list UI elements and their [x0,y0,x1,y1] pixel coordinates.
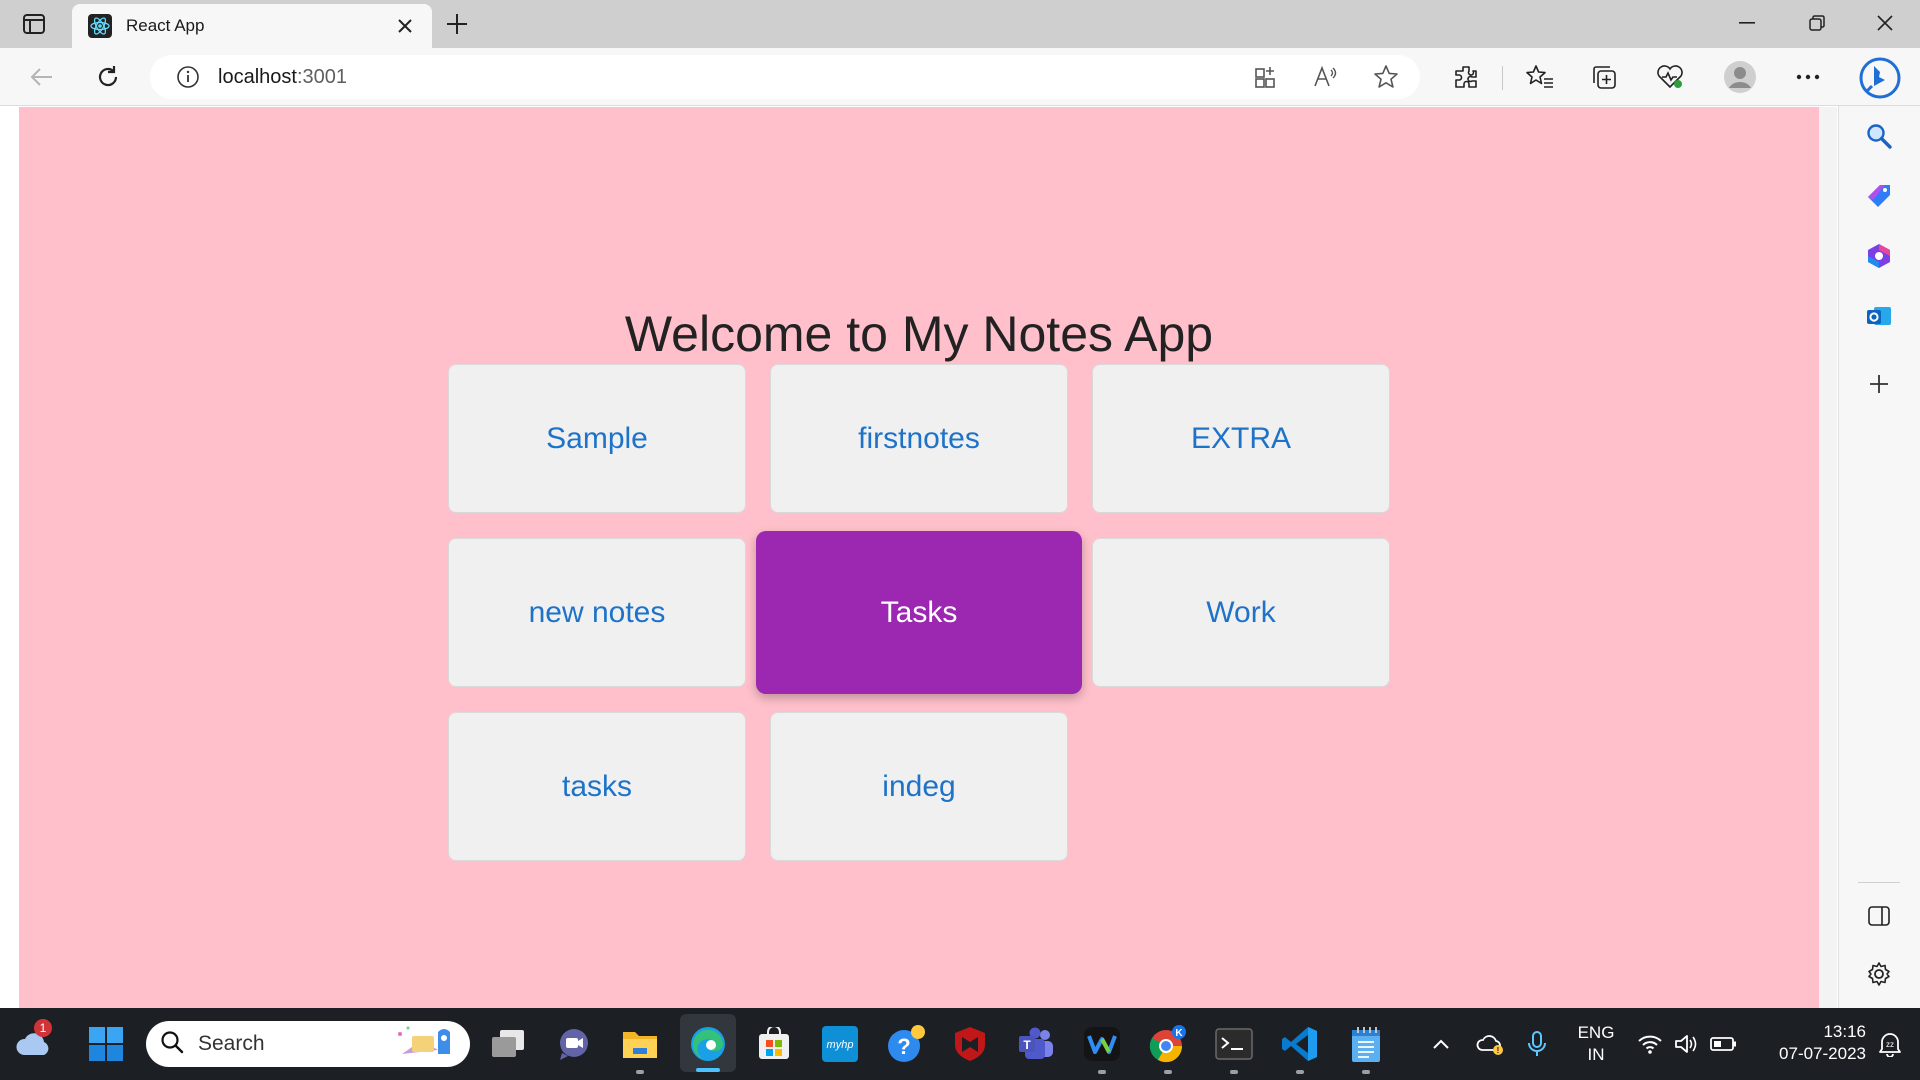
note-card-work[interactable]: Work [1092,538,1390,687]
favorite-star-icon[interactable] [1366,57,1406,97]
volume-icon[interactable] [1666,1020,1706,1068]
language-indicator[interactable]: ENG IN [1566,1022,1626,1066]
note-card-sample[interactable]: Sample [448,364,746,513]
info-icon[interactable] [174,63,202,91]
taskbar-search-box[interactable]: Search [146,1021,470,1067]
task-view-icon[interactable] [484,1020,532,1068]
browser-tab[interactable]: React App [72,4,432,48]
outlook-icon[interactable] [1857,294,1901,338]
wifi-icon[interactable] [1630,1020,1670,1068]
terminal-running-indicator [1230,1070,1238,1074]
edge-active-indicator [696,1068,720,1072]
svg-text:!: ! [1497,1046,1500,1055]
store-icon[interactable] [750,1020,798,1068]
plus-icon[interactable] [442,10,472,38]
address-bar[interactable]: localhost:3001 [150,55,1420,99]
chat-icon[interactable] [550,1020,598,1068]
note-card-new-notes[interactable]: new notes [448,538,746,687]
collections-icon[interactable] [1584,57,1624,97]
start-icon[interactable] [82,1020,130,1068]
close-window-icon[interactable] [1850,0,1920,46]
profile-icon[interactable] [1720,57,1760,97]
svg-text:K: K [1175,1028,1183,1039]
vscode-icon[interactable] [1276,1020,1324,1068]
webex-running-indicator [1098,1070,1106,1074]
notepad-icon[interactable] [1342,1020,1390,1068]
sidebar-divider [1858,882,1900,883]
back-icon[interactable] [22,57,62,97]
svg-text:?: ? [897,1034,910,1059]
mcafee-icon[interactable] [946,1020,994,1068]
language-line1: ENG [1577,1023,1615,1042]
notification-icon[interactable]: zz [1868,1020,1912,1068]
bing-icon[interactable] [1856,54,1904,102]
webex-icon[interactable] [1078,1020,1126,1068]
toolbar-divider [1502,66,1503,90]
shopping-tag-icon[interactable] [1857,174,1901,218]
svg-text:myhp: myhp [827,1039,854,1051]
edge-icon[interactable] [684,1020,732,1068]
chrome-running-indicator [1164,1070,1172,1074]
react-favicon [88,14,112,38]
microphone-icon[interactable] [1514,1020,1560,1068]
svg-text:zz: zz [1886,1040,1894,1049]
tab-actions-icon[interactable] [14,10,54,38]
note-card-extra[interactable]: EXTRA [1092,364,1390,513]
url-port: :3001 [296,65,347,88]
app-available-icon[interactable] [1246,57,1286,97]
tab-title: React App [126,16,205,35]
note-card-indeg[interactable]: indeg [770,712,1068,861]
search-icon [160,1030,184,1059]
help-icon[interactable]: ? [882,1020,930,1068]
page-title: Welcome to My Notes App [624,306,1214,362]
scrollbar-track[interactable] [1819,107,1837,1008]
clock[interactable]: 13:16 07-07-2023 [1754,1021,1866,1065]
myhp-icon[interactable]: myhp [816,1020,864,1068]
teams-icon[interactable]: T [1012,1020,1060,1068]
chrome-icon[interactable]: K [1144,1020,1192,1068]
settings-icon[interactable] [1857,952,1901,996]
url-host: localhost [218,65,297,88]
file-explorer-icon[interactable] [616,1020,664,1068]
url-text[interactable]: localhost:3001 [218,66,347,89]
weather-badge: 1 [34,1019,52,1037]
favorites-icon[interactable] [1520,57,1560,97]
extensions-icon[interactable] [1446,57,1486,97]
search-label: Search [198,1032,265,1055]
language-line2: IN [1587,1045,1605,1064]
clock-date: 07-07-2023 [1779,1044,1866,1063]
onedrive-warning-icon[interactable]: ! [1468,1020,1514,1068]
add-icon[interactable] [1857,362,1901,406]
clock-time: 13:16 [1823,1022,1866,1041]
battery-icon[interactable] [1704,1020,1744,1068]
note-card-tasks[interactable]: tasks [448,712,746,861]
search-highlight-icon [392,1024,460,1065]
terminal-icon[interactable] [1210,1020,1258,1068]
more-icon[interactable] [1788,57,1828,97]
note-card-tasks-active[interactable]: Tasks [756,531,1082,694]
page-content: Welcome to My Notes App Sample firstnote… [19,107,1819,1008]
close-icon[interactable] [394,15,416,37]
minimize-icon[interactable] [1712,0,1782,46]
refresh-icon[interactable] [88,57,128,97]
chevron-up-icon[interactable] [1418,1020,1464,1068]
file-explorer-running-indicator [636,1070,644,1074]
svg-text:T: T [1023,1038,1031,1052]
browser-essentials-icon[interactable] [1650,57,1690,97]
notepad-running-indicator [1362,1070,1370,1074]
read-aloud-icon[interactable] [1306,57,1346,97]
restore-icon[interactable] [1782,0,1852,46]
office-icon[interactable] [1857,234,1901,278]
search-icon[interactable] [1857,114,1901,158]
vscode-running-indicator [1296,1070,1304,1074]
note-card-firstnotes[interactable]: firstnotes [770,364,1068,513]
sidebar-toggle-icon[interactable] [1857,894,1901,938]
